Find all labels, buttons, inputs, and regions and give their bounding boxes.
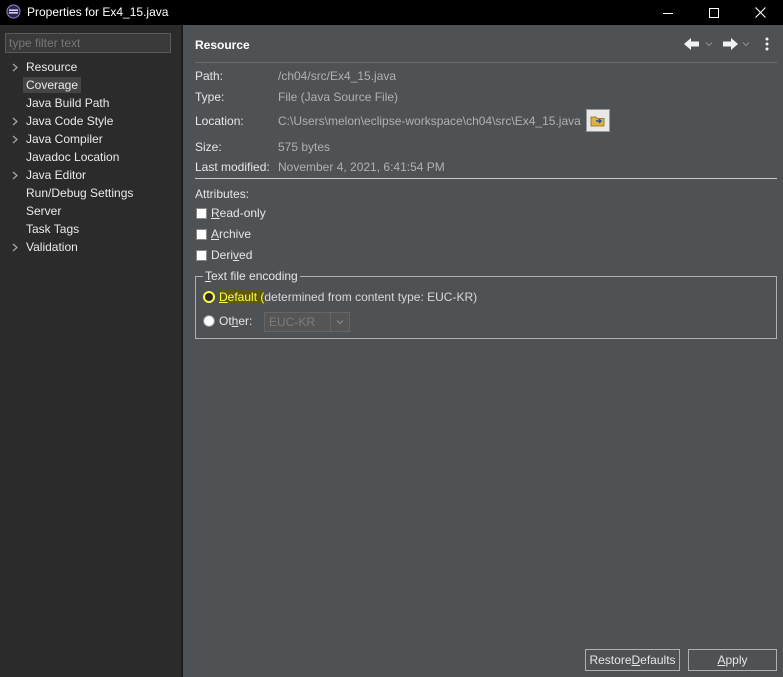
show-in-system-explorer-button[interactable] xyxy=(586,109,610,132)
sidebar-item-label: Server xyxy=(26,204,62,218)
text-file-encoding-legend: Text file encoding xyxy=(203,269,300,283)
chevron-right-icon[interactable] xyxy=(10,58,20,76)
restore-defaults-button[interactable]: Restore Defaults xyxy=(585,649,680,671)
property-page-tree: Resource Coverage Java Build Path Java Code… xyxy=(0,58,181,256)
default-encoding-label[interactable]: Default (determined from content type: E… xyxy=(219,290,477,304)
sidebar-item-run-debug-settings[interactable]: Run/Debug Settings xyxy=(0,184,181,202)
chevron-down-icon[interactable] xyxy=(741,39,751,49)
back-arrow-icon[interactable] xyxy=(683,36,701,52)
page-title: Resource xyxy=(195,38,250,52)
other-encoding-option[interactable]: Other: xyxy=(203,313,252,329)
encoding-select[interactable]: EUC-KR xyxy=(264,312,350,332)
sidebar-item-label: Java Compiler xyxy=(26,132,103,146)
sidebar-item-label: Validation xyxy=(26,240,78,254)
sidebar-item-label: Java Code Style xyxy=(26,114,114,128)
text-file-encoding-group: Text file encoding Default (determined f… xyxy=(195,269,777,339)
sidebar-item-task-tags[interactable]: Task Tags xyxy=(0,220,181,238)
chevron-down-icon[interactable] xyxy=(704,39,714,49)
sidebar-item-server[interactable]: Server xyxy=(0,202,181,220)
sidebar-item-label: Resource xyxy=(26,60,78,74)
info-divider xyxy=(195,178,777,179)
last-modified-value: November 4, 2021, 6:41:54 PM xyxy=(278,160,445,174)
sidebar-item-validation[interactable]: Validation xyxy=(0,238,181,256)
read-only-checkbox-row[interactable]: Read-only xyxy=(196,205,266,221)
encoding-select-value: EUC-KR xyxy=(269,315,316,329)
sidebar-item-label: Task Tags xyxy=(26,222,80,236)
default-encoding-option[interactable]: Default (determined from content type: E… xyxy=(203,289,477,305)
size-value: 575 bytes xyxy=(278,140,331,154)
title-divider xyxy=(195,62,777,63)
properties-page: Resource Path: /ch04/src/Ex4_15.java Typ… xyxy=(183,25,783,677)
derived-checkbox-row[interactable]: Derived xyxy=(196,247,252,263)
eclipse-app-icon xyxy=(6,4,21,19)
minimize-icon xyxy=(663,12,673,14)
size-label: Size: xyxy=(195,140,222,154)
minimize-button[interactable] xyxy=(645,0,691,25)
location-value: C:\Users\melon\eclipse-workspace\ch04\sr… xyxy=(278,114,581,128)
window-title: Properties for Ex4_15.java xyxy=(27,5,169,19)
archive-checkbox[interactable] xyxy=(196,228,207,240)
forward-arrow-icon[interactable] xyxy=(721,36,739,52)
chevron-down-icon[interactable] xyxy=(330,313,349,331)
sidebar-item-javadoc-location[interactable]: Javadoc Location xyxy=(0,148,181,166)
chevron-right-icon[interactable] xyxy=(10,112,20,130)
sidebar-item-label: Run/Debug Settings xyxy=(26,186,134,200)
derived-checkbox[interactable] xyxy=(196,249,207,261)
read-only-label[interactable]: Read-only xyxy=(211,206,266,220)
close-button[interactable] xyxy=(737,0,783,25)
sidebar-item-label: Java Build Path xyxy=(26,96,110,110)
location-label: Location: xyxy=(195,114,244,128)
sidebar-item-java-build-path[interactable]: Java Build Path xyxy=(0,94,181,112)
last-modified-label: Last modified: xyxy=(195,160,270,174)
chevron-right-icon[interactable] xyxy=(10,166,20,184)
other-encoding-radio[interactable] xyxy=(203,315,215,327)
sidebar-item-java-code-style[interactable]: Java Code Style xyxy=(0,112,181,130)
type-label: Type: xyxy=(195,90,225,104)
sidebar-item-coverage[interactable]: Coverage xyxy=(0,76,181,94)
sidebar-item-java-editor[interactable]: Java Editor xyxy=(0,166,181,184)
maximize-button[interactable] xyxy=(691,0,737,25)
other-encoding-label[interactable]: Other: xyxy=(219,314,252,328)
sidebar-item-label: Coverage xyxy=(23,77,82,93)
sidebar-item-label: Java Editor xyxy=(26,168,87,182)
close-icon xyxy=(754,7,766,18)
chevron-right-icon[interactable] xyxy=(10,238,20,256)
open-folder-icon xyxy=(590,116,605,126)
apply-button[interactable]: Apply xyxy=(688,649,777,671)
archive-checkbox-row[interactable]: Archive xyxy=(196,226,251,242)
path-label: Path: xyxy=(195,69,224,83)
read-only-checkbox[interactable] xyxy=(196,207,207,219)
sidebar-item-label: Javadoc Location xyxy=(26,150,120,164)
chevron-right-icon[interactable] xyxy=(10,130,20,148)
more-vertical-icon[interactable] xyxy=(763,36,771,52)
attributes-label: Attributes: xyxy=(195,187,250,201)
filter-input[interactable] xyxy=(5,33,171,53)
title-bar: Properties for Ex4_15.java xyxy=(0,0,783,25)
derived-label[interactable]: Derived xyxy=(211,248,252,262)
archive-label[interactable]: Archive xyxy=(211,227,251,241)
maximize-icon xyxy=(709,7,719,18)
path-value: /ch04/src/Ex4_15.java xyxy=(278,69,397,83)
default-encoding-radio[interactable] xyxy=(203,291,215,303)
type-value: File (Java Source File) xyxy=(278,90,399,104)
sidebar-item-resource[interactable]: Resource xyxy=(0,58,181,76)
sidebar: Resource Coverage Java Build Path Java Code… xyxy=(0,25,181,677)
sidebar-item-java-compiler[interactable]: Java Compiler xyxy=(0,130,181,148)
